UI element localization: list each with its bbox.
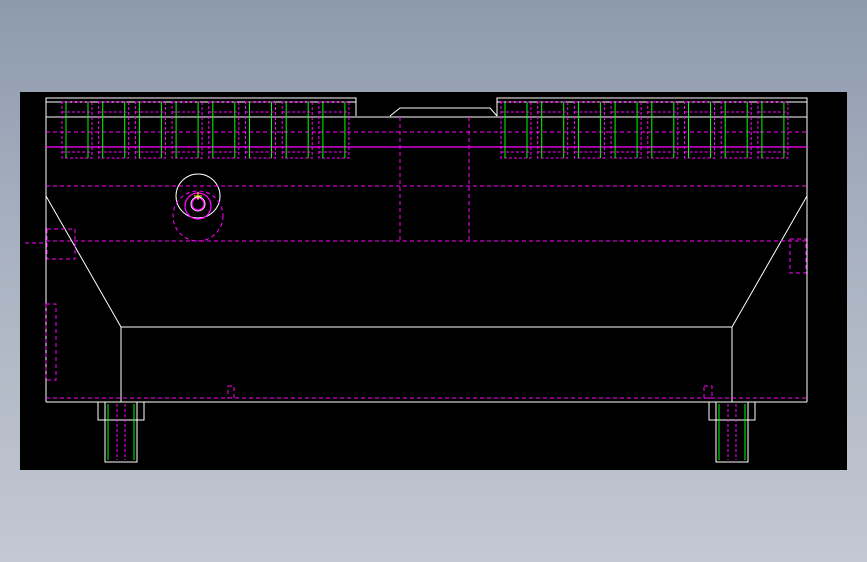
- body-outline: [45, 97, 808, 403]
- roller-right-8: [757, 101, 789, 159]
- bottom-bolt-left: [97, 401, 145, 463]
- roller-right-7: [720, 101, 752, 159]
- bolt-group: [97, 401, 756, 463]
- roller-left-6: [245, 101, 276, 159]
- roller-right-6: [684, 101, 715, 159]
- chamfer-right: [731, 195, 808, 328]
- roller-left-8: [318, 101, 350, 159]
- roller-group: [61, 101, 789, 159]
- roller-right-2: [537, 101, 569, 159]
- cad-drawing: [25, 97, 808, 463]
- roller-right-3: [573, 101, 605, 159]
- roller-left-2: [98, 101, 130, 159]
- roller-left-5: [208, 101, 240, 159]
- hidden-lines: [25, 117, 807, 399]
- chamfer-left: [45, 195, 122, 328]
- roller-left-7: [281, 101, 313, 159]
- roller-right-5: [647, 101, 679, 159]
- cad-viewport[interactable]: [20, 92, 847, 470]
- roller-left-3: [134, 101, 166, 159]
- roller-left-1: [61, 101, 93, 159]
- roller-right-4: [610, 101, 642, 159]
- roller-left-4: [171, 101, 203, 159]
- roller-right-1: [500, 101, 532, 159]
- center-bump: [389, 107, 498, 117]
- bottom-bolt-right: [708, 401, 756, 463]
